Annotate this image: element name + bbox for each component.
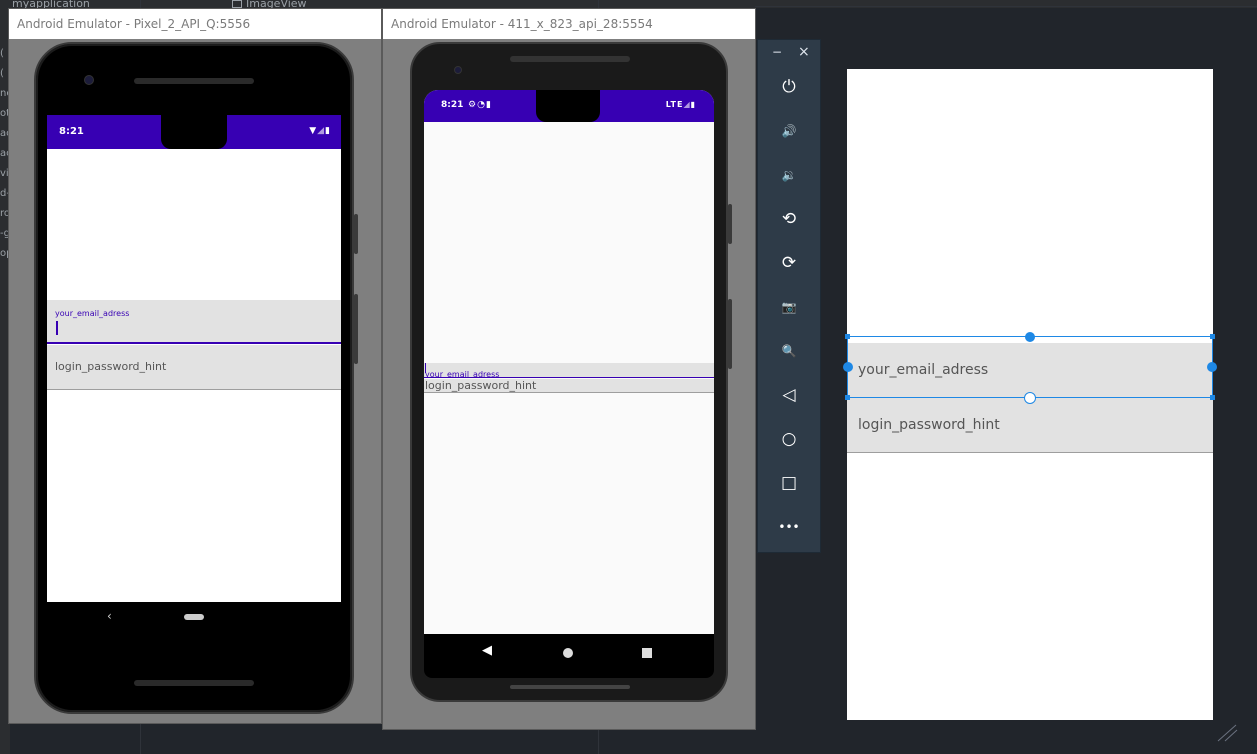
- back-icon[interactable]: ‹: [107, 609, 112, 623]
- home-icon[interactable]: [563, 648, 573, 658]
- status-icons: LTE◢▮: [666, 100, 696, 109]
- sd-card-icon: ▮: [485, 100, 492, 110]
- image-icon: [232, 0, 242, 8]
- phone-frame: 8:21 ⚙◔▮ LTE◢▮ your_email_adress login_p…: [410, 42, 732, 702]
- email-input[interactable]: your_email_adress: [424, 363, 714, 378]
- navigation-bar: ‹: [47, 602, 341, 634]
- emulator-toolbar: − × ⏻ 🔊 🔉 ⟲ ⟳ 📷 🔍 ◁ ○ □ •••: [757, 39, 821, 553]
- power-icon[interactable]: ⏻: [776, 74, 802, 100]
- status-time: 8:21: [441, 100, 464, 110]
- constraint-handle-right[interactable]: [1207, 362, 1217, 372]
- more-icon[interactable]: •••: [776, 514, 802, 540]
- wifi-icon: ◔: [477, 100, 486, 110]
- constraint-handle-top[interactable]: [1025, 332, 1035, 342]
- screen-chin: [424, 670, 714, 678]
- resize-handle[interactable]: [1210, 334, 1215, 339]
- email-input[interactable]: your_email_adress: [47, 300, 341, 344]
- rotate-left-icon[interactable]: ⟲: [776, 206, 802, 232]
- home-pill-icon[interactable]: [184, 614, 204, 620]
- password-input[interactable]: login_password_hint: [424, 379, 714, 393]
- status-icons: ▼◢▮: [309, 126, 331, 136]
- toolbar-header: − ×: [758, 40, 820, 66]
- preview-password-field[interactable]: login_password_hint: [847, 397, 1213, 453]
- side-button: [354, 214, 358, 254]
- navigation-bar: ◀: [424, 634, 714, 670]
- speaker-grille: [510, 685, 630, 689]
- speaker-grille: [134, 78, 254, 84]
- resize-handle[interactable]: [845, 334, 850, 339]
- home-icon[interactable]: ○: [776, 426, 802, 452]
- front-camera-icon: [454, 66, 462, 74]
- status-time: 8:21: [59, 126, 84, 137]
- battery-icon: ▮: [690, 100, 696, 109]
- layout-preview[interactable]: your_email_adress login_password_hint: [843, 69, 1217, 720]
- side-button: [354, 294, 358, 364]
- speaker-grille: [134, 680, 254, 686]
- constraint-handle-left[interactable]: [843, 362, 853, 372]
- device-screen[interactable]: 8:21 ▼◢▮ your_email_adress login_passwor…: [47, 115, 341, 602]
- signal-icon: ◢: [683, 100, 691, 109]
- wifi-icon: ▼: [309, 126, 318, 136]
- text-cursor: [56, 321, 58, 335]
- ide-divider: [755, 6, 1257, 7]
- constraint-handle-bottom[interactable]: [1024, 392, 1036, 404]
- front-camera-icon: [84, 75, 94, 85]
- overview-icon[interactable]: [642, 648, 652, 658]
- close-button[interactable]: ×: [798, 44, 810, 60]
- emulator-window-api28[interactable]: Android Emulator - 411_x_823_api_28:5554…: [382, 8, 756, 730]
- status-bar: 8:21 ▼◢▮: [47, 115, 341, 149]
- selection-outline: [847, 336, 1213, 398]
- back-icon[interactable]: ◁: [776, 382, 802, 408]
- desktop: myapplication ImageView ((neotacacvid-ro…: [0, 0, 1257, 754]
- password-input[interactable]: login_password_hint: [47, 345, 341, 390]
- battery-icon: ▮: [325, 126, 331, 136]
- network-type: LTE: [665, 100, 684, 109]
- overview-icon[interactable]: □: [776, 470, 802, 496]
- volume-up-icon[interactable]: 🔊: [776, 118, 802, 144]
- signal-icon: ◢: [317, 126, 326, 136]
- email-floating-label: your_email_adress: [425, 370, 500, 378]
- resize-grip-icon[interactable]: [1216, 724, 1238, 742]
- back-icon[interactable]: ◀: [482, 643, 492, 658]
- volume-down-icon[interactable]: 🔉: [776, 162, 802, 188]
- speaker-grille: [510, 56, 630, 62]
- password-hint: login_password_hint: [55, 360, 167, 373]
- display-notch: [536, 90, 600, 122]
- emulator-window-pixel2[interactable]: Android Emulator - Pixel_2_API_Q:5556 8:…: [8, 8, 382, 724]
- display-notch: [161, 115, 227, 149]
- status-bar: 8:21 ⚙◔▮ LTE◢▮: [424, 90, 714, 122]
- email-floating-label: your_email_adress: [55, 309, 130, 318]
- password-hint: login_password_hint: [425, 379, 537, 392]
- phone-frame: 8:21 ▼◢▮ your_email_adress login_passwor…: [34, 42, 358, 714]
- resize-handle[interactable]: [845, 395, 850, 400]
- device-screen[interactable]: 8:21 ⚙◔▮ LTE◢▮ your_email_adress login_p…: [424, 90, 714, 670]
- resize-handle[interactable]: [1210, 395, 1215, 400]
- minimize-button[interactable]: −: [772, 45, 782, 59]
- emulator-title[interactable]: Android Emulator - Pixel_2_API_Q:5556: [9, 9, 381, 39]
- rotate-right-icon[interactable]: ⟳: [776, 250, 802, 276]
- settings-icon: ⚙: [468, 100, 478, 110]
- side-button: [728, 204, 732, 244]
- side-button: [728, 299, 732, 369]
- notification-icons: ⚙◔▮: [468, 100, 492, 110]
- preview-password-hint: login_password_hint: [858, 417, 1000, 433]
- zoom-icon[interactable]: 🔍: [776, 338, 802, 364]
- text-cursor: [425, 363, 426, 373]
- camera-icon[interactable]: 📷: [776, 294, 802, 320]
- emulator-title[interactable]: Android Emulator - 411_x_823_api_28:5554: [383, 9, 755, 39]
